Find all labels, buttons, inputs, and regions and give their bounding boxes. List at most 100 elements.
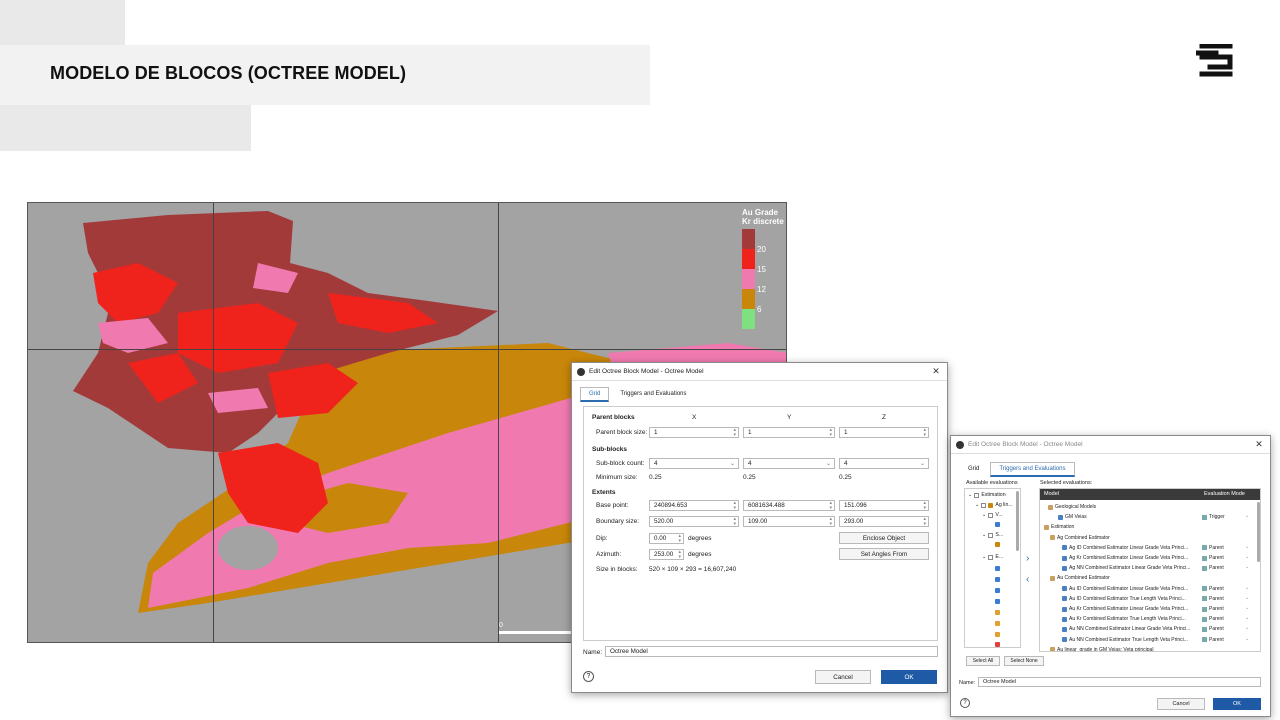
- base-point-y-input[interactable]: 6081634.488 ▴ ▾: [743, 500, 835, 511]
- checkbox[interactable]: [988, 512, 994, 518]
- chevron-down-icon[interactable]: ⌄: [1245, 544, 1249, 550]
- chevron-down-icon[interactable]: ⌄: [1245, 625, 1249, 631]
- row-evaluation-mode[interactable]: Parent: [1202, 545, 1224, 551]
- table-row[interactable]: Au Combined Estimator: [1040, 573, 1260, 583]
- close-icon[interactable]: ✕: [1253, 439, 1265, 450]
- remove-evaluation-arrow-icon[interactable]: ‹: [1026, 574, 1029, 585]
- chevron-down-icon[interactable]: ⌄: [1245, 615, 1249, 621]
- spinner-icon[interactable]: ▴ ▾: [678, 550, 681, 560]
- row-evaluation-mode[interactable]: Parent: [1202, 565, 1224, 571]
- tree-item[interactable]: [995, 632, 1000, 637]
- sub-block-count-y-select[interactable]: 4 ⌄: [743, 458, 835, 469]
- table-row[interactable]: Au NN Combined Estimator True Length Vet…: [1040, 635, 1260, 645]
- spinner-icon[interactable]: ▴ ▾: [733, 501, 736, 511]
- tree-item[interactable]: [995, 642, 1000, 647]
- parent-block-size-x-input[interactable]: 1 ▴ ▾: [649, 427, 739, 438]
- table-row[interactable]: Au Kr Combined Estimator True Length Vet…: [1040, 614, 1260, 624]
- tree-item[interactable]: [995, 566, 1000, 571]
- table-row[interactable]: Estimation: [1040, 522, 1260, 532]
- tree-item[interactable]: [995, 542, 1000, 547]
- sub-block-count-z-select[interactable]: 4 ⌄: [839, 458, 929, 469]
- table-row[interactable]: Au ID Combined Estimator True Length Vet…: [1040, 594, 1260, 604]
- tree-item[interactable]: [995, 577, 1000, 582]
- row-evaluation-mode[interactable]: Parent: [1202, 637, 1224, 643]
- help-icon[interactable]: ?: [583, 671, 594, 682]
- azimuth-input[interactable]: 253.00 ▴ ▾: [649, 549, 684, 560]
- row-evaluation-mode[interactable]: Parent: [1202, 586, 1224, 592]
- table-row[interactable]: Ag Kr Combined Estimator Linear Grade Ve…: [1040, 553, 1260, 563]
- spinner-icon[interactable]: ▴ ▾: [678, 534, 681, 544]
- tree-item[interactable]: [995, 610, 1000, 615]
- name-input[interactable]: Octree Model: [978, 677, 1261, 687]
- tree-item[interactable]: ⌄ E...: [982, 554, 1003, 560]
- chevron-down-icon[interactable]: ⌄: [1245, 595, 1249, 601]
- base-point-x-input[interactable]: 240894.653 ▴ ▾: [649, 500, 739, 511]
- enclose-object-button[interactable]: Enclose Object: [839, 532, 929, 544]
- parent-block-size-y-input[interactable]: 1 ▴ ▾: [743, 427, 835, 438]
- dip-input[interactable]: 0.00 ▴ ▾: [649, 533, 684, 544]
- select-all-button[interactable]: Select All: [966, 656, 1000, 666]
- row-evaluation-mode[interactable]: Parent: [1202, 555, 1224, 561]
- spinner-icon[interactable]: ▴ ▾: [923, 428, 926, 438]
- spinner-icon[interactable]: ▴ ▾: [829, 428, 832, 438]
- row-evaluation-mode[interactable]: Parent: [1202, 626, 1224, 632]
- tree-item[interactable]: [995, 621, 1000, 626]
- set-angles-from-button[interactable]: Set Angles From: [839, 548, 929, 560]
- select-none-button[interactable]: Select None: [1004, 656, 1044, 666]
- table-row[interactable]: Au linear_grade in GM Veias: Veta princi…: [1040, 645, 1260, 651]
- table-row[interactable]: Ag NN Combined Estimator Linear Grade Ve…: [1040, 563, 1260, 573]
- tree-item[interactable]: ⌄ Ag lin...: [975, 502, 1013, 508]
- sub-block-count-x-select[interactable]: 4 ⌄: [649, 458, 739, 469]
- available-evaluations-tree[interactable]: ⌄ Estimation ⌄ Ag lin... ⌄ V... ⌄ S... ⌄ E...: [964, 488, 1021, 648]
- boundary-size-z-input[interactable]: 293.00 ▴ ▾: [839, 516, 929, 527]
- tab-triggers-evaluations[interactable]: Triggers and Evaluations: [990, 462, 1075, 477]
- tree-item[interactable]: ⌄ S...: [982, 532, 1003, 538]
- table-row[interactable]: Au ID Combined Estimator Linear Grade Ve…: [1040, 584, 1260, 594]
- row-evaluation-mode[interactable]: Parent: [1202, 596, 1224, 602]
- tab-triggers-evaluations[interactable]: Triggers and Evaluations: [611, 387, 695, 402]
- chevron-down-icon[interactable]: ⌄: [1245, 513, 1249, 519]
- spinner-icon[interactable]: ▴ ▾: [733, 428, 736, 438]
- base-point-z-input[interactable]: 151.096 ▴ ▾: [839, 500, 929, 511]
- ok-button[interactable]: OK: [1213, 698, 1261, 710]
- tree-item[interactable]: [995, 522, 1000, 527]
- scrollbar[interactable]: [1257, 502, 1260, 562]
- chevron-down-icon[interactable]: ⌄: [1245, 605, 1249, 611]
- tree-item[interactable]: ⌄ Estimation: [968, 492, 1006, 498]
- spinner-icon[interactable]: ▴ ▾: [829, 501, 832, 511]
- cancel-button[interactable]: Cancel: [815, 670, 871, 684]
- ok-button[interactable]: OK: [881, 670, 937, 684]
- chevron-down-icon[interactable]: ⌄: [1245, 554, 1249, 560]
- table-row[interactable]: Au Kr Combined Estimator Linear Grade Ve…: [1040, 604, 1260, 614]
- tree-item[interactable]: [995, 588, 1000, 593]
- row-evaluation-mode[interactable]: Parent: [1202, 606, 1224, 612]
- table-row[interactable]: Geological Models: [1040, 502, 1260, 512]
- add-evaluation-arrow-icon[interactable]: ›: [1026, 553, 1029, 564]
- name-input[interactable]: Octree Model: [605, 646, 938, 657]
- tab-grid[interactable]: Grid: [959, 462, 988, 477]
- checkbox[interactable]: [988, 532, 994, 538]
- chevron-down-icon[interactable]: ⌄: [1245, 585, 1249, 591]
- scrollbar[interactable]: [1016, 491, 1019, 551]
- selected-evaluations-table[interactable]: Model Evaluation Mode Geological Models G…: [1039, 488, 1261, 652]
- checkbox[interactable]: [988, 554, 994, 560]
- cancel-button[interactable]: Cancel: [1157, 698, 1205, 710]
- parent-block-size-z-input[interactable]: 1 ▴ ▾: [839, 427, 929, 438]
- row-evaluation-mode[interactable]: Parent: [1202, 616, 1224, 622]
- spinner-icon[interactable]: ▴ ▾: [923, 517, 926, 527]
- tab-grid[interactable]: Grid: [580, 387, 610, 402]
- spinner-icon[interactable]: ▴ ▾: [923, 501, 926, 511]
- close-icon[interactable]: ✕: [930, 366, 942, 377]
- table-row[interactable]: Ag Combined Estimator: [1040, 533, 1260, 543]
- table-row[interactable]: GM Veias Trigger ⌄: [1040, 512, 1260, 522]
- boundary-size-x-input[interactable]: 520.00 ▴ ▾: [649, 516, 739, 527]
- boundary-size-y-input[interactable]: 109.00 ▴ ▾: [743, 516, 835, 527]
- table-row[interactable]: Au NN Combined Estimator Linear Grade Ve…: [1040, 624, 1260, 634]
- chevron-down-icon[interactable]: ⌄: [1245, 636, 1249, 642]
- checkbox[interactable]: [981, 502, 987, 508]
- spinner-icon[interactable]: ▴ ▾: [733, 517, 736, 527]
- row-evaluation-mode[interactable]: Trigger: [1202, 514, 1225, 520]
- tree-item[interactable]: [995, 599, 1000, 604]
- table-row[interactable]: Ag ID Combined Estimator Linear Grade Ve…: [1040, 543, 1260, 553]
- checkbox[interactable]: [974, 492, 980, 498]
